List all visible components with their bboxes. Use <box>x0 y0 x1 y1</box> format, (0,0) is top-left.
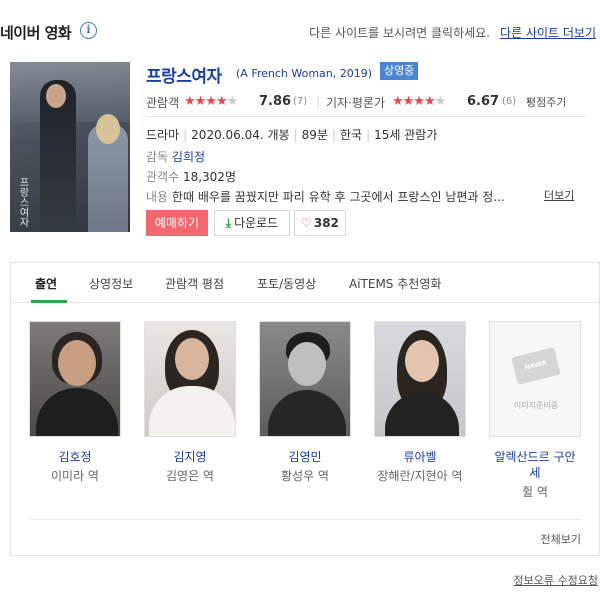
top-bar: 네이버 영화 i 다른 사이트를 보시려면 클릭하세요. 다른 사이트 더보기 <box>0 14 600 50</box>
critic-count: (6) <box>502 96 517 107</box>
attendance-row: 관객수 18,302명 <box>146 168 236 185</box>
tab-photo-video[interactable]: 포토/동영상 <box>257 275 316 292</box>
age-rating: 15세 관람가 <box>374 128 438 142</box>
other-site-link[interactable]: 다른 사이트 더보기 <box>500 24 596 41</box>
heart-icon: ♡ <box>301 216 312 230</box>
attendance-label: 관객수 <box>146 170 180 184</box>
panel-divider <box>29 519 581 520</box>
tab-cast[interactable]: 출연 <box>35 275 57 292</box>
cast-photo[interactable] <box>259 321 351 437</box>
tab-aitems[interactable]: AiTEMS 추천영화 <box>349 275 441 292</box>
rating-divider: | <box>316 94 321 108</box>
country: 한국 <box>340 128 363 142</box>
cast-role: 쥘 역 <box>522 485 548 499</box>
rate-link-label: 평점주기 <box>526 96 567 109</box>
see-all-link[interactable]: 전체보기 <box>541 531 581 547</box>
poster-hair <box>96 114 120 144</box>
plot-text: 한때 배우를 꿈꿨지만 파리 유학 후 그곳에서 프랑스인 남편과 정... <box>171 190 505 204</box>
cast-card[interactable]: 김영민 황성우 역 <box>259 321 351 484</box>
movie-poster[interactable]: 프랑스여자 <box>10 62 130 232</box>
poster-face <box>46 84 66 108</box>
cast-role: 장해란/지현아 역 <box>377 469 463 483</box>
cast-card[interactable]: 김지영 김영은 역 <box>144 321 236 484</box>
director-row: 감독 김희정 <box>146 148 205 165</box>
like-button[interactable]: ♡ 382 <box>294 210 346 236</box>
cast-name[interactable]: 김호정 <box>29 449 121 465</box>
cast-role: 황성우 역 <box>281 469 329 483</box>
download-icon: ⤓ <box>225 216 232 230</box>
critic-score: 6.67 <box>467 94 500 109</box>
brand-title[interactable]: 네이버 영화 <box>0 22 72 43</box>
director-link[interactable]: 김희정 <box>172 150 205 164</box>
plot-more-link[interactable]: 더보기 <box>544 187 574 203</box>
no-image-text: 이미지준비중 <box>513 401 559 410</box>
tab-screening[interactable]: 상영정보 <box>89 275 133 292</box>
tab-audience-review[interactable]: 관람객 평점 <box>165 275 224 292</box>
cast-role: 김영은 역 <box>166 469 214 483</box>
ratings-row: 관람객 ★★★★★ 7.86 (7) | 기자·평론가 ★★★★★ 6.67 (… <box>146 94 586 110</box>
audience-label: 관람객 <box>146 96 180 110</box>
chevron-right-icon: › <box>526 94 531 107</box>
poster-title: 프랑스여자 <box>17 177 28 227</box>
audience-count: (7) <box>293 96 308 107</box>
cast-name[interactable]: 류아벨 <box>374 449 466 465</box>
info-icon[interactable]: i <box>80 22 97 39</box>
other-site-hint: 다른 사이트를 보시려면 클릭하세요. <box>309 26 490 40</box>
movie-subtitle: (A French Woman, 2019) <box>236 67 373 80</box>
cast-name[interactable]: 알렉산드르 구안세 <box>489 449 581 481</box>
genre: 드라마 <box>146 128 180 142</box>
movie-meta: 드라마 | 2020.06.04. 개봉 | 89분 | 한국 | 15세 관람가 <box>146 128 438 142</box>
cast-photo-placeholder[interactable]: NAVER 이미지준비중 <box>489 321 581 437</box>
attendance-value: 18,302명 <box>182 170 236 184</box>
cast-photo[interactable] <box>144 321 236 437</box>
report-error-link[interactable]: 정보오류 수정요청 <box>514 572 598 588</box>
plot-label: 내용 <box>146 190 169 204</box>
status-badge: 상영중 <box>380 62 419 80</box>
cast-photo[interactable] <box>29 321 121 437</box>
director-label: 감독 <box>146 150 169 164</box>
download-button[interactable]: ⤓ 다운로드 <box>214 210 290 236</box>
active-tab-indicator <box>31 300 67 303</box>
cast-card[interactable]: NAVER 이미지준비중 알렉산드르 구안세 쥘 역 <box>489 321 581 500</box>
movie-title[interactable]: 프랑스여자 <box>146 62 222 87</box>
critic-label: 기자·평론가 <box>326 96 386 110</box>
download-label: 다운로드 <box>234 216 279 230</box>
audience-score: 7.86 <box>259 94 292 109</box>
cast-photo[interactable] <box>374 321 466 437</box>
tab-bar: 출연 상영정보 관람객 평점 포토/동영상 AiTEMS 추천영화 <box>11 263 599 303</box>
release-date: 2020.06.04. 개봉 <box>191 128 290 142</box>
cast-role: 이미라 역 <box>51 469 99 483</box>
no-image-icon: NAVER <box>511 347 561 385</box>
like-count: 382 <box>313 216 339 230</box>
critic-stars-icon: ★★★★★ <box>392 94 446 109</box>
cast-name[interactable]: 김지영 <box>144 449 236 465</box>
cast-card[interactable]: 김호정 이미라 역 <box>29 321 121 484</box>
cast-name[interactable]: 김영민 <box>259 449 351 465</box>
cast-card[interactable]: 류아벨 장해란/지현아 역 <box>374 321 466 484</box>
audience-stars-icon: ★★★★★ <box>184 94 238 109</box>
detail-panel: 출연 상영정보 관람객 평점 포토/동영상 AiTEMS 추천영화 김호정 이미… <box>10 262 600 556</box>
reserve-button[interactable]: 예매하기 <box>146 210 208 236</box>
plot-row: 내용 한때 배우를 꿈꿨지만 파리 유학 후 그곳에서 프랑스인 남편과 정..… <box>146 188 505 205</box>
runtime: 89분 <box>301 128 328 142</box>
info-divider <box>146 116 586 117</box>
